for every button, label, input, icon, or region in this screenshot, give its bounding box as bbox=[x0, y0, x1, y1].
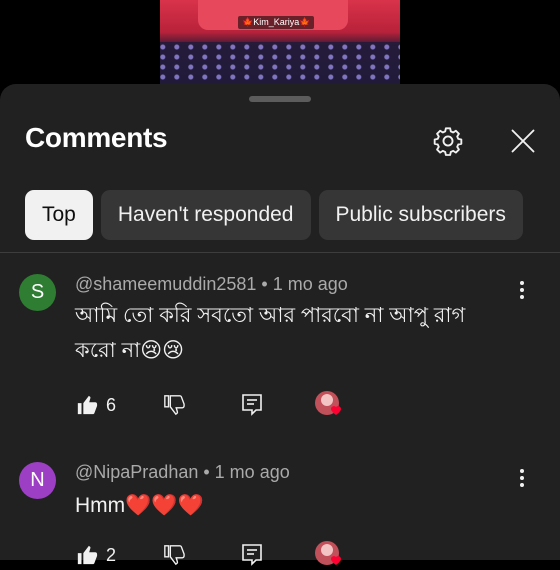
thumb-up-icon bbox=[77, 545, 98, 565]
panel-title: Comments bbox=[25, 122, 168, 153]
comment-author[interactable]: @shameemuddin2581 bbox=[75, 274, 256, 294]
reply-button[interactable] bbox=[241, 390, 263, 420]
settings-button[interactable] bbox=[431, 124, 465, 158]
comment-text-line: আমি তো করি সবতো আর পারবো না আপু রাগ bbox=[75, 304, 466, 327]
comment-text: আমি তো করি সবতো আর পারবো না আপু রাগ করো … bbox=[75, 298, 515, 368]
drag-handle[interactable] bbox=[249, 96, 311, 102]
more-options-button[interactable] bbox=[514, 466, 530, 490]
comment-author[interactable]: @NipaPradhan bbox=[75, 462, 198, 482]
chip-top[interactable]: Top bbox=[25, 190, 93, 240]
video-player-preview[interactable]: 🍁Kim_Kariya🍁 bbox=[160, 0, 400, 84]
reply-comment-icon bbox=[242, 394, 262, 416]
gear-icon bbox=[433, 127, 463, 156]
avatar[interactable]: S bbox=[19, 274, 56, 311]
maple-leaf-icon: 🍁 bbox=[299, 17, 311, 27]
chip-public-subscribers[interactable]: Public subscribers bbox=[318, 190, 523, 240]
reply-button[interactable] bbox=[241, 540, 263, 570]
comment-actions: 2 bbox=[0, 540, 560, 570]
comment-text: Hmm❤️❤️❤️ bbox=[75, 488, 515, 523]
comment-meta: @shameemuddin2581 • 1 mo ago bbox=[75, 274, 348, 294]
dislike-button[interactable] bbox=[163, 540, 185, 570]
creator-heart-icon bbox=[315, 541, 341, 565]
like-button[interactable]: 2 bbox=[76, 540, 116, 570]
filter-chips: Top Haven't responded Public subscribers bbox=[25, 190, 560, 240]
reply-comment-icon bbox=[242, 544, 262, 566]
comment-text-line: Hmm❤️❤️❤️ bbox=[75, 494, 204, 517]
comment-time: 1 mo ago bbox=[272, 274, 348, 294]
dislike-button[interactable] bbox=[163, 390, 185, 420]
maple-leaf-icon: 🍁 bbox=[242, 17, 254, 27]
close-icon bbox=[511, 129, 535, 153]
comments-panel: Comments Top Haven't responded Public subs… bbox=[0, 84, 560, 566]
chip-havent-responded[interactable]: Haven't responded bbox=[100, 190, 311, 240]
avatar[interactable]: N bbox=[19, 462, 56, 499]
like-button[interactable]: 6 bbox=[76, 390, 116, 420]
comment-actions: 6 bbox=[0, 390, 560, 420]
watermark-text: Kim_Kariya bbox=[253, 17, 300, 27]
like-count: 6 bbox=[106, 394, 117, 415]
comment-time: 1 mo ago bbox=[214, 462, 290, 482]
video-watermark: 🍁Kim_Kariya🍁 bbox=[238, 16, 315, 29]
crowd-lights bbox=[160, 42, 400, 84]
thumb-down-icon bbox=[164, 545, 185, 566]
close-button[interactable] bbox=[506, 124, 540, 158]
comment-meta: @NipaPradhan • 1 mo ago bbox=[75, 462, 290, 482]
creator-heart-icon bbox=[315, 391, 341, 415]
like-count: 2 bbox=[106, 544, 117, 565]
comment-text-line: করো না😢😢 bbox=[75, 339, 185, 362]
thumb-up-icon bbox=[77, 395, 98, 415]
more-options-button[interactable] bbox=[514, 278, 530, 302]
divider bbox=[0, 252, 560, 253]
thumb-down-icon bbox=[164, 395, 185, 416]
